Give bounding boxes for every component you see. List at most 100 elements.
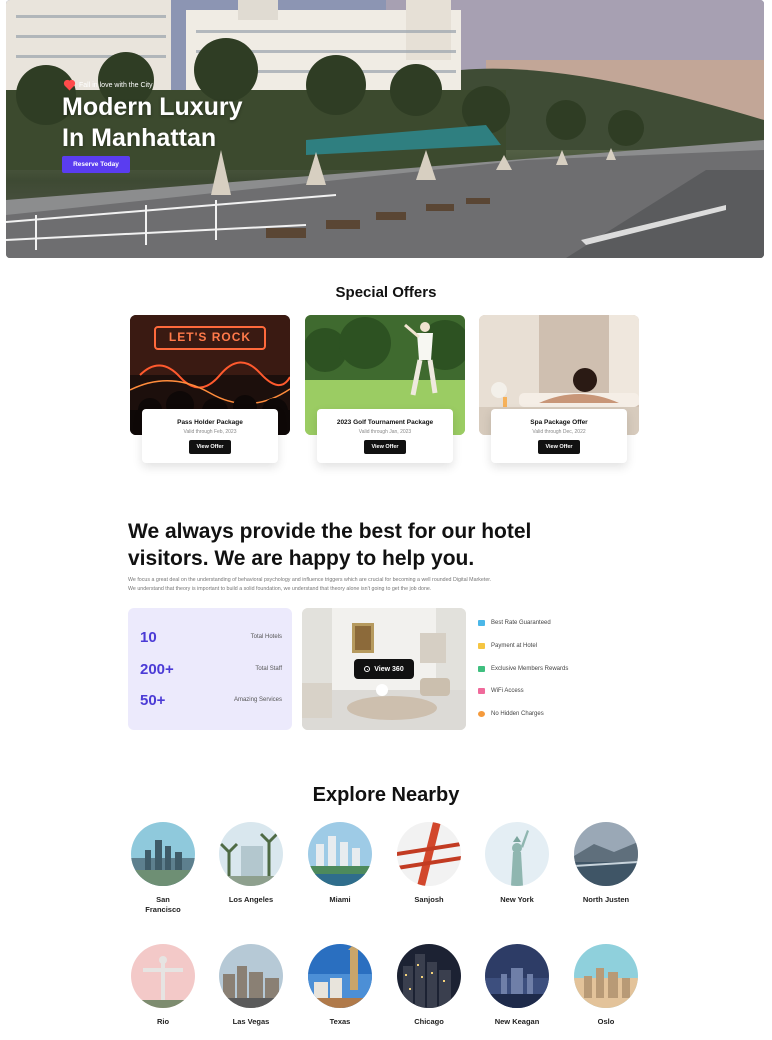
special-offers-heading: Special Offers <box>335 284 437 301</box>
city-card-north-justen[interactable]: North Justen <box>566 822 646 905</box>
city-image <box>219 944 283 1008</box>
city-name-line-1: Sanjosh <box>414 895 444 904</box>
offer-validity: Valid through Feb, 2023 <box>183 429 237 435</box>
city-name-line-1: Las Vegas <box>232 1017 270 1026</box>
gift-icon <box>478 665 485 672</box>
city-name-line-1: San <box>156 895 170 904</box>
city-name: North Justen <box>566 895 646 905</box>
city-name: San Francisco <box>123 895 203 915</box>
stat-row-hotels: 10 Total Hotels <box>140 627 282 647</box>
city-image <box>219 822 283 886</box>
about-heading-line-2: visitors. We are happy to help you. <box>128 547 475 570</box>
city-name: New Keagan <box>477 1017 557 1027</box>
hero-title-line-2: In Manhattan <box>62 124 217 152</box>
stat-label: Total Hotels <box>250 634 282 640</box>
offer-info: 2023 Golf Tournament Package Valid throu… <box>317 409 453 463</box>
wifi-icon <box>478 688 485 695</box>
about-description-line-2: We understand that theory is important t… <box>128 586 432 592</box>
explore-nearby-heading: Explore Nearby <box>312 784 460 806</box>
city-image <box>397 822 461 886</box>
offer-card-pass-holder[interactable]: LET'S ROCK Pass Holder Package Valid thr… <box>130 315 290 475</box>
view-offer-button[interactable]: View Offer <box>364 440 406 454</box>
city-image <box>131 822 195 886</box>
feature-label: No Hidden Charges <box>491 711 544 718</box>
city-card-chicago[interactable]: Chicago <box>389 944 469 1027</box>
feature-item: WiFi Access <box>478 680 638 703</box>
feature-item: No Hidden Charges <box>478 703 638 726</box>
about-description-line-1: We focus a great deal on the understandi… <box>128 577 492 583</box>
city-name: Oslo <box>566 1017 646 1027</box>
stat-row-staff: 200+ Total Staff <box>140 659 282 679</box>
stat-value: 50+ <box>140 691 166 709</box>
stat-row-services: 50+ Amazing Services <box>140 690 282 710</box>
coin-icon <box>478 711 485 718</box>
city-name: Miami <box>300 895 380 905</box>
city-image <box>574 822 638 886</box>
offer-validity: Valid through Jan, 2023 <box>358 429 412 435</box>
city-name-line-1: New Keagan <box>494 1017 540 1026</box>
city-image <box>485 944 549 1008</box>
city-name-line-1: Oslo <box>597 1017 615 1026</box>
card-icon <box>478 643 485 650</box>
city-card-miami[interactable]: Miami <box>300 822 380 905</box>
city-image <box>131 944 195 1008</box>
city-name-line-1: Miami <box>329 895 351 904</box>
feature-label: Best Rate Guaranteed <box>491 620 551 627</box>
about-heading-line-1: We always provide the best for our hotel <box>128 520 532 543</box>
city-image <box>485 822 549 886</box>
features-list: Best Rate Guaranteed Payment at Hotel Ex… <box>478 612 638 725</box>
view-360-icon <box>364 666 371 672</box>
feature-label: WiFi Access <box>491 688 524 695</box>
city-card-new-keagan[interactable]: New Keagan <box>477 944 557 1027</box>
view-360-label: View 360 <box>374 665 404 673</box>
room-preview: View 360 <box>302 608 466 730</box>
stat-value: 10 <box>140 628 157 646</box>
city-card-oslo[interactable]: Oslo <box>566 944 646 1027</box>
city-name: Texas <box>300 1017 380 1027</box>
view-offer-button[interactable]: View Offer <box>189 440 231 454</box>
hero-kicker-text: Fall in love with the City <box>79 82 153 89</box>
view-360-button[interactable]: View 360 <box>354 659 414 679</box>
city-card-san-francisco[interactable]: San Francisco <box>123 822 203 915</box>
city-name: Sanjosh <box>389 895 469 905</box>
city-card-las-vegas[interactable]: Las Vegas <box>211 944 291 1027</box>
city-card-los-angeles[interactable]: Los Angeles <box>211 822 291 905</box>
offer-title: Pass Holder Package <box>177 419 243 426</box>
city-card-rio[interactable]: Rio <box>123 944 203 1027</box>
hero-banner: Fall in love with the City Modern Luxury… <box>6 0 764 258</box>
offer-title: 2023 Golf Tournament Package <box>336 419 434 426</box>
heart-icon <box>64 80 75 91</box>
feature-item: Exclusive Members Rewards <box>478 657 638 680</box>
city-image <box>397 944 461 1008</box>
offer-card-spa[interactable]: Spa Package Offer Valid through Dec, 202… <box>479 315 639 475</box>
offer-card-golf[interactable]: 2023 Golf Tournament Package Valid throu… <box>305 315 465 475</box>
hero-title-line-1: Modern Luxury <box>62 93 243 121</box>
view-offer-button[interactable]: View Offer <box>538 440 580 454</box>
stats-panel: 10 Total Hotels 200+ Total Staff 50+ Ama… <box>128 608 292 730</box>
city-name-line-1: New York <box>500 895 534 904</box>
city-name-line-2: Francisco <box>145 905 181 914</box>
offer-validity: Valid through Dec, 2022 <box>532 429 586 435</box>
neon-sign-text: LET'S ROCK <box>168 330 252 344</box>
city-card-texas[interactable]: Texas <box>300 944 380 1027</box>
offer-title: Spa Package Offer <box>530 419 588 426</box>
feature-label: Exclusive Members Rewards <box>491 665 569 672</box>
city-name-line-1: Rio <box>156 1017 170 1026</box>
offer-info: Pass Holder Package Valid through Feb, 2… <box>142 409 278 463</box>
city-card-sanjosh[interactable]: Sanjosh <box>389 822 469 905</box>
city-name-line-1: Chicago <box>414 1017 444 1026</box>
hero-kicker: Fall in love with the City <box>64 80 153 91</box>
stat-value: 200+ <box>140 660 174 678</box>
reserve-today-button[interactable]: Reserve Today <box>62 156 130 173</box>
tag-icon <box>478 620 485 627</box>
about-heading: We always provide the best for our hotel… <box>128 518 648 572</box>
city-name: Los Angeles <box>211 895 291 905</box>
city-name-line-1: Texas <box>329 1017 351 1026</box>
city-image <box>308 822 372 886</box>
city-name-line-1: North Justen <box>582 895 630 904</box>
about-description: We focus a great deal on the understandi… <box>128 576 648 594</box>
city-card-new-york[interactable]: New York <box>477 822 557 905</box>
city-name: New York <box>477 895 557 905</box>
city-name-line-1: Los Angeles <box>228 895 274 904</box>
stat-label: Total Staff <box>255 666 282 672</box>
